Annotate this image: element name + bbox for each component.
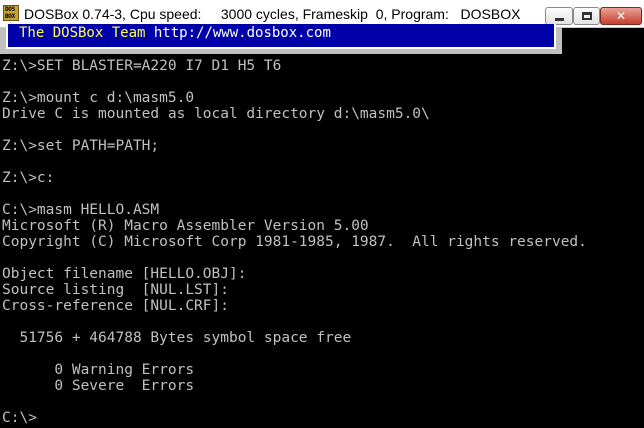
terminal-line: 51756 + 464788 Bytes symbol space free	[2, 330, 352, 346]
dosbox-window: DOS BOX DOSBox 0.74-3, Cpu speed: 3000 c…	[0, 0, 644, 428]
window-title: DOSBox 0.74-3, Cpu speed: 3000 cycles, F…	[24, 6, 521, 22]
terminal-line: Z:\>c:	[2, 170, 55, 186]
banner-row: The DOSBox Team http://www.dosbox.com	[0, 24, 562, 54]
welcome-banner: The DOSBox Team http://www.dosbox.com	[6, 24, 556, 49]
close-icon: ✕	[615, 9, 627, 23]
banner-text: The DOSBox Team http://www.dosbox.com	[19, 25, 331, 41]
minimize-button[interactable]	[545, 7, 573, 25]
terminal-line: 0 Warning Errors	[2, 362, 195, 378]
terminal-line: C:\>	[2, 410, 37, 426]
terminal-line: Drive C is mounted as local directory d:…	[2, 106, 430, 122]
terminal-line: C:\>masm HELLO.ASM	[2, 202, 160, 218]
banner-url: http://www.dosbox.com	[153, 25, 331, 41]
terminal-line: Cross-reference [NUL.CRF]:	[2, 298, 229, 314]
dosbox-app-icon[interactable]: DOS BOX	[3, 5, 19, 21]
maximize-button[interactable]	[573, 7, 600, 25]
terminal-screen[interactable]: The DOSBox Team http://www.dosbox.com Z:…	[0, 24, 644, 428]
terminal-line: Object filename [HELLO.OBJ]:	[2, 266, 247, 282]
terminal-line: Z:\>mount c d:\masm5.0	[2, 90, 195, 106]
minimize-icon	[554, 17, 564, 21]
banner-team: The DOSBox Team	[19, 25, 146, 41]
terminal-line: Source listing [NUL.LST]:	[2, 282, 229, 298]
terminal-line: Z:\>set PATH=PATH;	[2, 138, 160, 154]
terminal-line: Z:\>SET BLASTER=A220 I7 D1 H5 T6	[2, 58, 282, 74]
terminal-line: Copyright (C) Microsoft Corp 1981-1985, …	[2, 234, 587, 250]
terminal-output: Z:\>SET BLASTER=A220 I7 D1 H5 T6 Z:\>moun…	[2, 58, 587, 426]
app-icon-label: DOS BOX	[5, 6, 15, 20]
close-button[interactable]: ✕	[600, 7, 642, 25]
maximize-icon	[581, 12, 592, 20]
terminal-line: Microsoft (R) Macro Assembler Version 5.…	[2, 218, 369, 234]
terminal-line: 0 Severe Errors	[2, 378, 195, 394]
